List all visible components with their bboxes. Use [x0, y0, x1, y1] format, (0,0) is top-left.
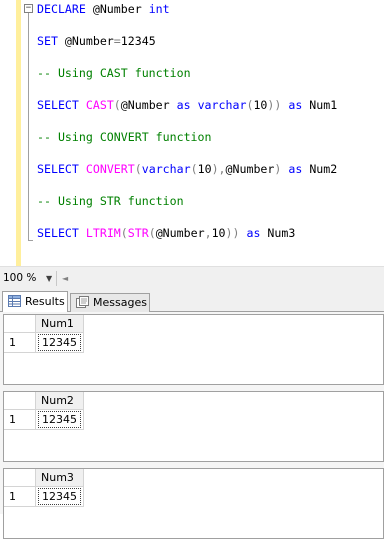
- code-token: 10: [197, 162, 212, 176]
- editor-status-strip: 100 % ▼ ◄: [0, 266, 384, 289]
- code-line-comment-str[interactable]: -- Using STR function: [37, 193, 184, 209]
- code-token: as: [281, 162, 310, 176]
- code-token: ),: [211, 162, 226, 176]
- code-line-declare[interactable]: DECLARE @Number int: [37, 1, 170, 17]
- outline-guide-end: [28, 240, 33, 241]
- code-token: @Number: [64, 34, 114, 48]
- code-token: LTRIM: [85, 226, 121, 240]
- code-token: DECLARE: [37, 2, 93, 16]
- code-token: @Number: [225, 162, 275, 176]
- grid-cell-value: 12345: [38, 411, 81, 428]
- zoom-value: 100 %: [3, 272, 37, 284]
- code-token: )): [225, 226, 240, 240]
- code-line-select-convert[interactable]: SELECT CONVERT(varchar(10),@Number) as N…: [37, 161, 337, 177]
- code-token: SELECT: [37, 226, 86, 240]
- result-grid-2[interactable]: Num2 1 12345: [3, 391, 384, 462]
- zoom-dropdown[interactable]: 100 % ▼: [2, 271, 56, 286]
- code-token: as: [281, 98, 310, 112]
- collapse-icon[interactable]: −: [24, 4, 33, 13]
- grid-cell[interactable]: 12345: [36, 410, 84, 430]
- tab-results-label: Results: [25, 295, 65, 308]
- column-header[interactable]: Num2: [36, 392, 84, 410]
- code-token: -- Using STR function: [37, 194, 184, 208]
- results-area: Num1 1 12345 Num2 1 12345 Num3 1 12345: [0, 312, 384, 539]
- row-header[interactable]: 1: [4, 410, 36, 430]
- code-token: Num2: [309, 162, 338, 176]
- outline-guide: [28, 13, 29, 241]
- tab-messages-label: Messages: [93, 296, 147, 309]
- query-editor[interactable]: − DECLARE @Number int SET @Number=12345 …: [0, 0, 384, 266]
- code-token: SELECT: [37, 162, 86, 176]
- code-line-select-str[interactable]: SELECT LTRIM(STR(@Number,10)) as Num3: [37, 225, 295, 241]
- code-token: SET: [37, 34, 65, 48]
- grid-icon: [8, 295, 21, 307]
- code-line-set[interactable]: SET @Number=12345: [37, 33, 156, 49]
- code-token: ,: [204, 226, 212, 240]
- code-token: Num3: [267, 226, 296, 240]
- change-tracking-bar: [16, 0, 21, 266]
- column-header[interactable]: Num1: [36, 315, 84, 333]
- code-token: (: [190, 162, 198, 176]
- code-token: int: [148, 2, 170, 16]
- code-token: 10: [253, 98, 268, 112]
- column-header[interactable]: Num3: [36, 469, 84, 487]
- tab-messages[interactable]: Messages: [70, 293, 150, 312]
- dropdown-arrow-icon[interactable]: ▼: [46, 271, 52, 286]
- code-token: (: [113, 98, 121, 112]
- code-token: varchar: [197, 98, 247, 112]
- code-token: =: [113, 34, 121, 48]
- result-grid-1[interactable]: Num1 1 12345: [3, 314, 384, 385]
- scroll-left-icon[interactable]: ◄: [62, 271, 68, 286]
- grid-cell-value: 12345: [38, 334, 81, 351]
- result-grid-3[interactable]: Num3 1 12345: [3, 468, 384, 539]
- code-token: (: [148, 226, 156, 240]
- code-token: Num1: [309, 98, 338, 112]
- code-token: as: [176, 98, 198, 112]
- code-token: CONVERT: [85, 162, 135, 176]
- code-token: 10: [211, 226, 226, 240]
- grid-corner[interactable]: [4, 315, 36, 333]
- code-token: (: [120, 226, 128, 240]
- code-token: -- Using CONVERT function: [37, 130, 212, 144]
- code-token: CAST: [85, 98, 114, 112]
- grid-cell[interactable]: 12345: [36, 487, 84, 507]
- grid-cell-value: 12345: [38, 488, 81, 505]
- code-token: @Number: [155, 226, 205, 240]
- row-header[interactable]: 1: [4, 487, 36, 507]
- messages-icon: [76, 296, 89, 308]
- grid-cell[interactable]: 12345: [36, 333, 84, 353]
- code-token: -- Using CAST function: [37, 66, 191, 80]
- code-token: @Number: [92, 2, 149, 16]
- code-token: @Number: [120, 98, 177, 112]
- grid-corner[interactable]: [4, 469, 36, 487]
- code-token: (: [134, 162, 142, 176]
- code-token: )): [267, 98, 282, 112]
- code-line-comment-cast[interactable]: -- Using CAST function: [37, 65, 191, 81]
- code-token: SELECT: [37, 98, 86, 112]
- tab-results[interactable]: Results: [2, 291, 68, 313]
- grid-corner[interactable]: [4, 392, 36, 410]
- code-token: STR: [127, 226, 149, 240]
- divider: [56, 271, 57, 286]
- code-token: as: [239, 226, 268, 240]
- code-line-comment-convert[interactable]: -- Using CONVERT function: [37, 129, 212, 145]
- code-token: 12345: [120, 34, 156, 48]
- code-token: varchar: [141, 162, 191, 176]
- row-header[interactable]: 1: [4, 333, 36, 353]
- results-tab-strip: Results Messages: [0, 289, 384, 313]
- code-line-select-cast[interactable]: SELECT CAST(@Number as varchar(10)) as N…: [37, 97, 337, 113]
